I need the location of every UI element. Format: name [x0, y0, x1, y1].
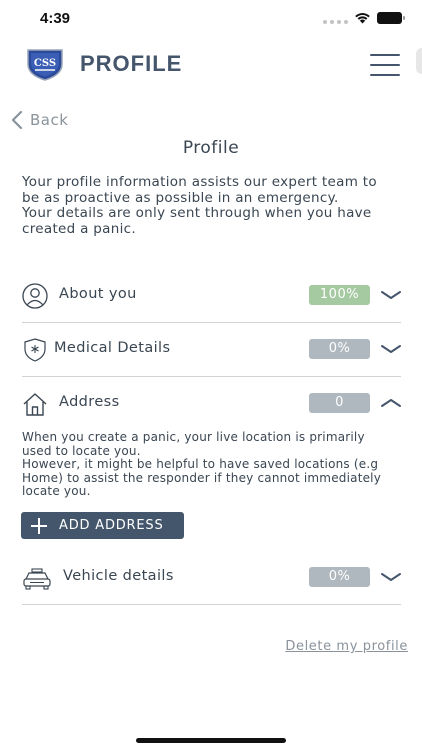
intro-text: Your profile information assists our exp…: [22, 174, 377, 237]
back-button[interactable]: Back: [10, 110, 68, 130]
menu-line-icon: [370, 64, 400, 66]
car-icon: [23, 568, 51, 590]
chevron-down-icon[interactable]: [380, 287, 402, 303]
wifi-icon: [355, 13, 370, 24]
chevron-down-icon[interactable]: [380, 569, 402, 585]
status-icons: [323, 12, 405, 24]
person-icon: [22, 283, 48, 309]
chevron-left-icon: [11, 110, 23, 130]
medical-shield-icon: [24, 338, 46, 362]
plus-icon: [31, 517, 47, 534]
header-title: PROFILE: [80, 51, 183, 76]
menu-line-icon: [370, 74, 400, 76]
menu-line-icon: [370, 54, 400, 56]
section-about-you[interactable]: About you 100%: [22, 269, 401, 323]
side-drawer-handle[interactable]: [416, 48, 422, 74]
logo-text: CSS: [34, 58, 56, 69]
page-title: Profile: [182, 138, 240, 158]
completion-badge: 0%: [309, 339, 370, 359]
section-vehicle-details[interactable]: Vehicle details 0%: [22, 551, 401, 605]
app-header: CSS PROFILE: [0, 42, 422, 88]
chevron-down-icon[interactable]: [380, 341, 402, 357]
status-time: 4:39: [40, 10, 71, 27]
css-logo-icon: CSS: [27, 49, 63, 81]
section-label: About you: [59, 286, 137, 302]
home-icon: [23, 393, 47, 416]
completion-badge: 0%: [309, 567, 370, 587]
home-indicator: [136, 738, 286, 743]
section-medical-details[interactable]: Medical Details 0%: [22, 323, 401, 377]
section-divider: [22, 604, 401, 605]
section-address[interactable]: Address 0: [22, 377, 401, 431]
chevron-up-icon[interactable]: [380, 395, 402, 411]
count-badge: 0: [309, 393, 370, 413]
address-description: When you create a panic, your live locat…: [22, 430, 382, 498]
status-bar: 4:39: [0, 0, 422, 38]
hamburger-menu-button[interactable]: [370, 54, 400, 76]
delete-profile-link[interactable]: Delete my profile: [285, 639, 408, 654]
section-label: Address: [59, 394, 120, 410]
back-label: Back: [30, 111, 69, 129]
section-label: Medical Details: [54, 340, 171, 356]
completion-badge: 100%: [309, 285, 370, 305]
add-address-button[interactable]: ADD ADDRESS: [21, 512, 184, 539]
section-label: Vehicle details: [63, 568, 174, 584]
battery-icon: [377, 12, 405, 24]
add-address-label: ADD ADDRESS: [59, 518, 164, 533]
signal-icon: [323, 12, 348, 24]
